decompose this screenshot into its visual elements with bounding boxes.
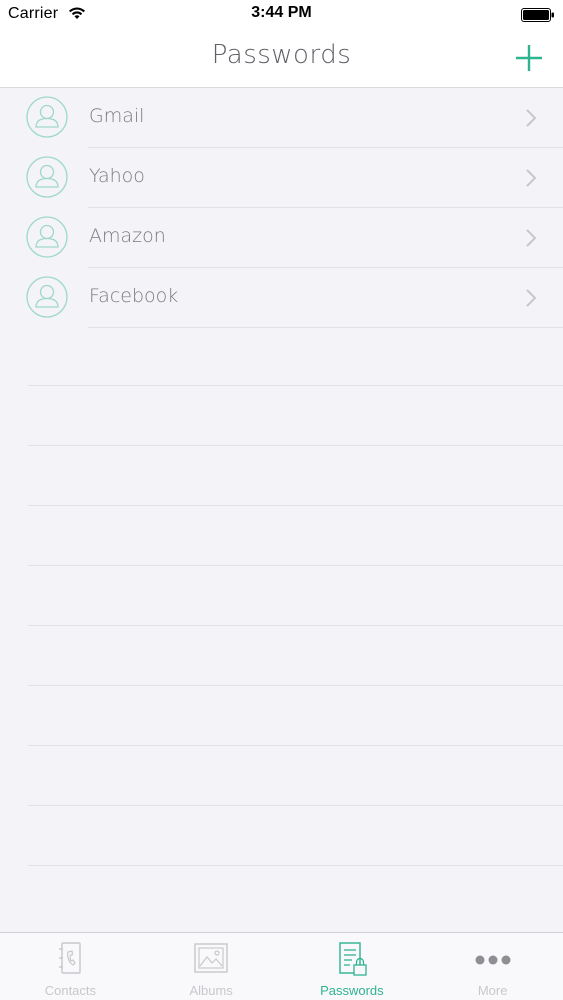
password-row-yahoo[interactable]: Yahoo (26, 148, 563, 208)
passwords-icon (339, 942, 367, 976)
battery-icon (521, 8, 554, 22)
person-icon (26, 216, 68, 258)
navigation-bar: Passwords (0, 30, 563, 88)
row-separator (28, 565, 563, 625)
tab-albums[interactable]: Albums (141, 933, 282, 1000)
person-icon (26, 276, 68, 318)
tab-passwords[interactable]: Passwords (282, 933, 423, 1000)
status-time: 3:44 PM (251, 4, 312, 21)
password-row-amazon[interactable]: Amazon (26, 208, 563, 268)
tab-more[interactable]: More (422, 933, 563, 1000)
row-separator (28, 805, 563, 865)
row-separator (28, 685, 563, 745)
plus-icon (516, 45, 542, 71)
password-row-facebook[interactable]: Facebook (26, 268, 563, 328)
app-screen: Carrier 3:44 PM Passwords Gmail Yahoo Am… (0, 0, 563, 1000)
albums-icon (194, 943, 228, 973)
row-separator (28, 625, 563, 685)
chevron-right-icon (526, 289, 537, 307)
tab-label: Albums (189, 983, 233, 998)
person-icon (26, 96, 68, 138)
row-separator (28, 865, 563, 925)
person-icon (26, 156, 68, 198)
password-row-label: Amazon (89, 225, 166, 247)
tab-bar: Contacts Albums Passwords More (0, 932, 563, 1000)
row-separator (28, 385, 563, 445)
tab-label: Contacts (44, 983, 97, 998)
row-separator (28, 445, 563, 505)
chevron-right-icon (526, 109, 537, 127)
tab-label: Passwords (320, 983, 384, 998)
contacts-icon (59, 942, 82, 974)
add-password-button[interactable] (509, 38, 549, 78)
chevron-right-icon (526, 169, 537, 187)
password-row-label: Gmail (89, 105, 145, 127)
row-separator (28, 505, 563, 565)
password-row-label: Facebook (89, 285, 179, 307)
empty-table-area (28, 385, 563, 925)
more-icon (475, 955, 511, 965)
tab-label: More (477, 983, 508, 998)
chevron-right-icon (526, 229, 537, 247)
status-bar: Carrier 3:44 PM (0, 0, 563, 30)
row-separator (28, 745, 563, 805)
password-row-gmail[interactable]: Gmail (26, 88, 563, 148)
tab-contacts[interactable]: Contacts (0, 933, 141, 1000)
password-list: Gmail Yahoo Amazon Facebook (0, 88, 563, 328)
password-row-label: Yahoo (89, 165, 145, 187)
page-title: Passwords (211, 40, 352, 70)
